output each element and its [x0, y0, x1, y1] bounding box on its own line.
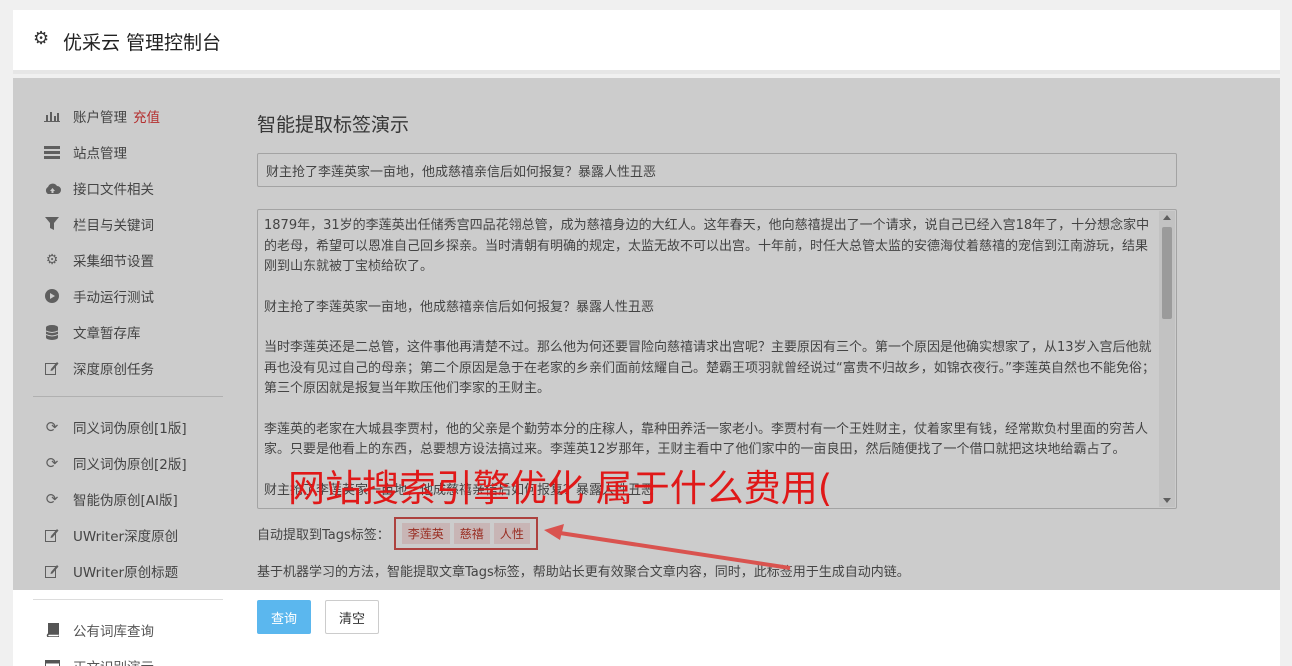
app-title: 优采云 管理控制台	[63, 32, 222, 54]
sidebar-divider	[33, 599, 223, 600]
scroll-up-arrow-icon[interactable]	[1163, 215, 1171, 220]
content-paragraph: 当时李莲英还是二总管，这件事他再清楚不过。那么他为何还要冒险向慈禧请求出宫呢？主…	[264, 340, 1155, 396]
sidebar: 账户管理 充值 站点管理 接口文件相关 栏目与关键词 ⚙ 采集细节设置 手动运行…	[33, 98, 223, 666]
sidebar-item-article-store[interactable]: 文章暂存库	[33, 314, 223, 350]
book-icon	[43, 622, 61, 638]
sidebar-item-label: 手动运行测试	[73, 290, 154, 306]
sidebar-item-label: 接口文件相关	[73, 182, 154, 198]
tags-label: 自动提取到Tags标签：	[257, 527, 390, 543]
top-bar: ⚙ 优采云 管理控制台	[13, 10, 1280, 74]
sidebar-item-label: 文章暂存库	[73, 326, 141, 342]
sidebar-item-label: UWriter原创标题	[73, 565, 179, 581]
sidebar-item-label: 采集细节设置	[73, 254, 154, 270]
sidebar-divider	[33, 396, 223, 397]
scroll-down-arrow-icon[interactable]	[1163, 498, 1171, 503]
sidebar-item-label: 智能伪原创[AI版]	[73, 493, 178, 509]
sidebar-item-label: 站点管理	[73, 146, 127, 162]
tag: 人性	[493, 522, 530, 544]
sidebar-item-interface[interactable]: 接口文件相关	[33, 170, 223, 206]
sidebar-item-uwriter-deep[interactable]: UWriter深度原创	[33, 517, 223, 553]
sidebar-item-ai-rewrite[interactable]: ⟳ 智能伪原创[AI版]	[33, 481, 223, 517]
sidebar-item-account[interactable]: 账户管理 充值	[33, 98, 223, 134]
gear-icon: ⚙	[33, 28, 50, 49]
sidebar-item-public-lexicon[interactable]: 公有词库查询	[33, 612, 223, 648]
cloud-upload-icon	[43, 180, 61, 196]
query-button[interactable]: 查询	[257, 600, 311, 634]
content-paragraph: 李莲英的老家在大城县李贾村，他的父亲是个勤劳本分的庄稼人，靠种田养活一家老小。李…	[264, 421, 1149, 458]
sidebar-item-label: 正文识别演示	[73, 656, 154, 666]
refresh-icon: ⟳	[45, 454, 59, 472]
play-circle-icon	[43, 288, 61, 304]
page-title: 智能提取标签演示	[257, 114, 410, 136]
sidebar-item-label: 同义词伪原创[1版]	[73, 421, 187, 437]
sidebar-item-label: 账户管理	[73, 110, 127, 126]
tag: 慈禧	[453, 522, 490, 544]
sidebar-item-synonym-v2[interactable]: ⟳ 同义词伪原创[2版]	[33, 445, 223, 481]
sidebar-item-label: 栏目与关键词	[73, 218, 154, 234]
sidebar-item-manual-run[interactable]: 手动运行测试	[33, 278, 223, 314]
bar-chart-icon	[43, 108, 61, 124]
sidebar-item-deep-original-task[interactable]: 深度原创任务	[33, 350, 223, 386]
scroll-thumb[interactable]	[1162, 227, 1172, 319]
sidebar-item-text-recognition[interactable]: 正文识别演示	[33, 648, 223, 666]
sidebar-item-label: UWriter深度原创	[73, 529, 179, 545]
content-paragraph: 财主抢了李莲英家一亩地，他成慈禧亲信后如何报复？暴露人性丑恶	[264, 299, 655, 315]
tags-box: 李莲英 慈禧 人性	[393, 516, 538, 550]
button-row: 查询 清空	[257, 600, 1177, 634]
content-scrollbar[interactable]	[1159, 211, 1175, 507]
edit-icon	[43, 527, 61, 543]
sidebar-item-uwriter-title[interactable]: UWriter原创标题	[33, 553, 223, 589]
database-icon	[43, 324, 61, 340]
window-icon	[43, 658, 61, 666]
filter-icon	[43, 216, 61, 232]
refresh-icon: ⟳	[45, 418, 59, 436]
red-arrow-icon	[544, 524, 791, 570]
sidebar-item-synonym-v1[interactable]: ⟳ 同义词伪原创[1版]	[33, 409, 223, 445]
sidebar-item-label: 同义词伪原创[2版]	[73, 457, 187, 473]
sidebar-item-label: 公有词库查询	[73, 624, 154, 640]
content-paragraph: 1879年，31岁的李莲英出任储秀宫四品花翎总管，成为慈禧身边的大红人。这年春天…	[264, 218, 1150, 274]
edit-icon	[43, 360, 61, 376]
watermark-text: 网站搜索引擎优化 属于什么费用(	[288, 467, 833, 510]
clear-button[interactable]: 清空	[325, 600, 379, 634]
refresh-icon: ⟳	[45, 490, 59, 508]
list-icon	[43, 144, 61, 160]
tag: 李莲英	[401, 522, 450, 544]
gears-icon: ⚙	[45, 252, 59, 268]
edit-icon	[43, 563, 61, 579]
sidebar-item-sites[interactable]: 站点管理	[33, 134, 223, 170]
article-title-input[interactable]: 财主抢了李莲英家一亩地，他成慈禧亲信后如何报复？暴露人性丑恶	[257, 153, 1177, 187]
sidebar-item-collect-settings[interactable]: ⚙ 采集细节设置	[33, 242, 223, 278]
sidebar-item-columns-keywords[interactable]: 栏目与关键词	[33, 206, 223, 242]
recharge-link[interactable]: 充值	[133, 106, 160, 126]
sidebar-item-label: 深度原创任务	[73, 362, 154, 378]
